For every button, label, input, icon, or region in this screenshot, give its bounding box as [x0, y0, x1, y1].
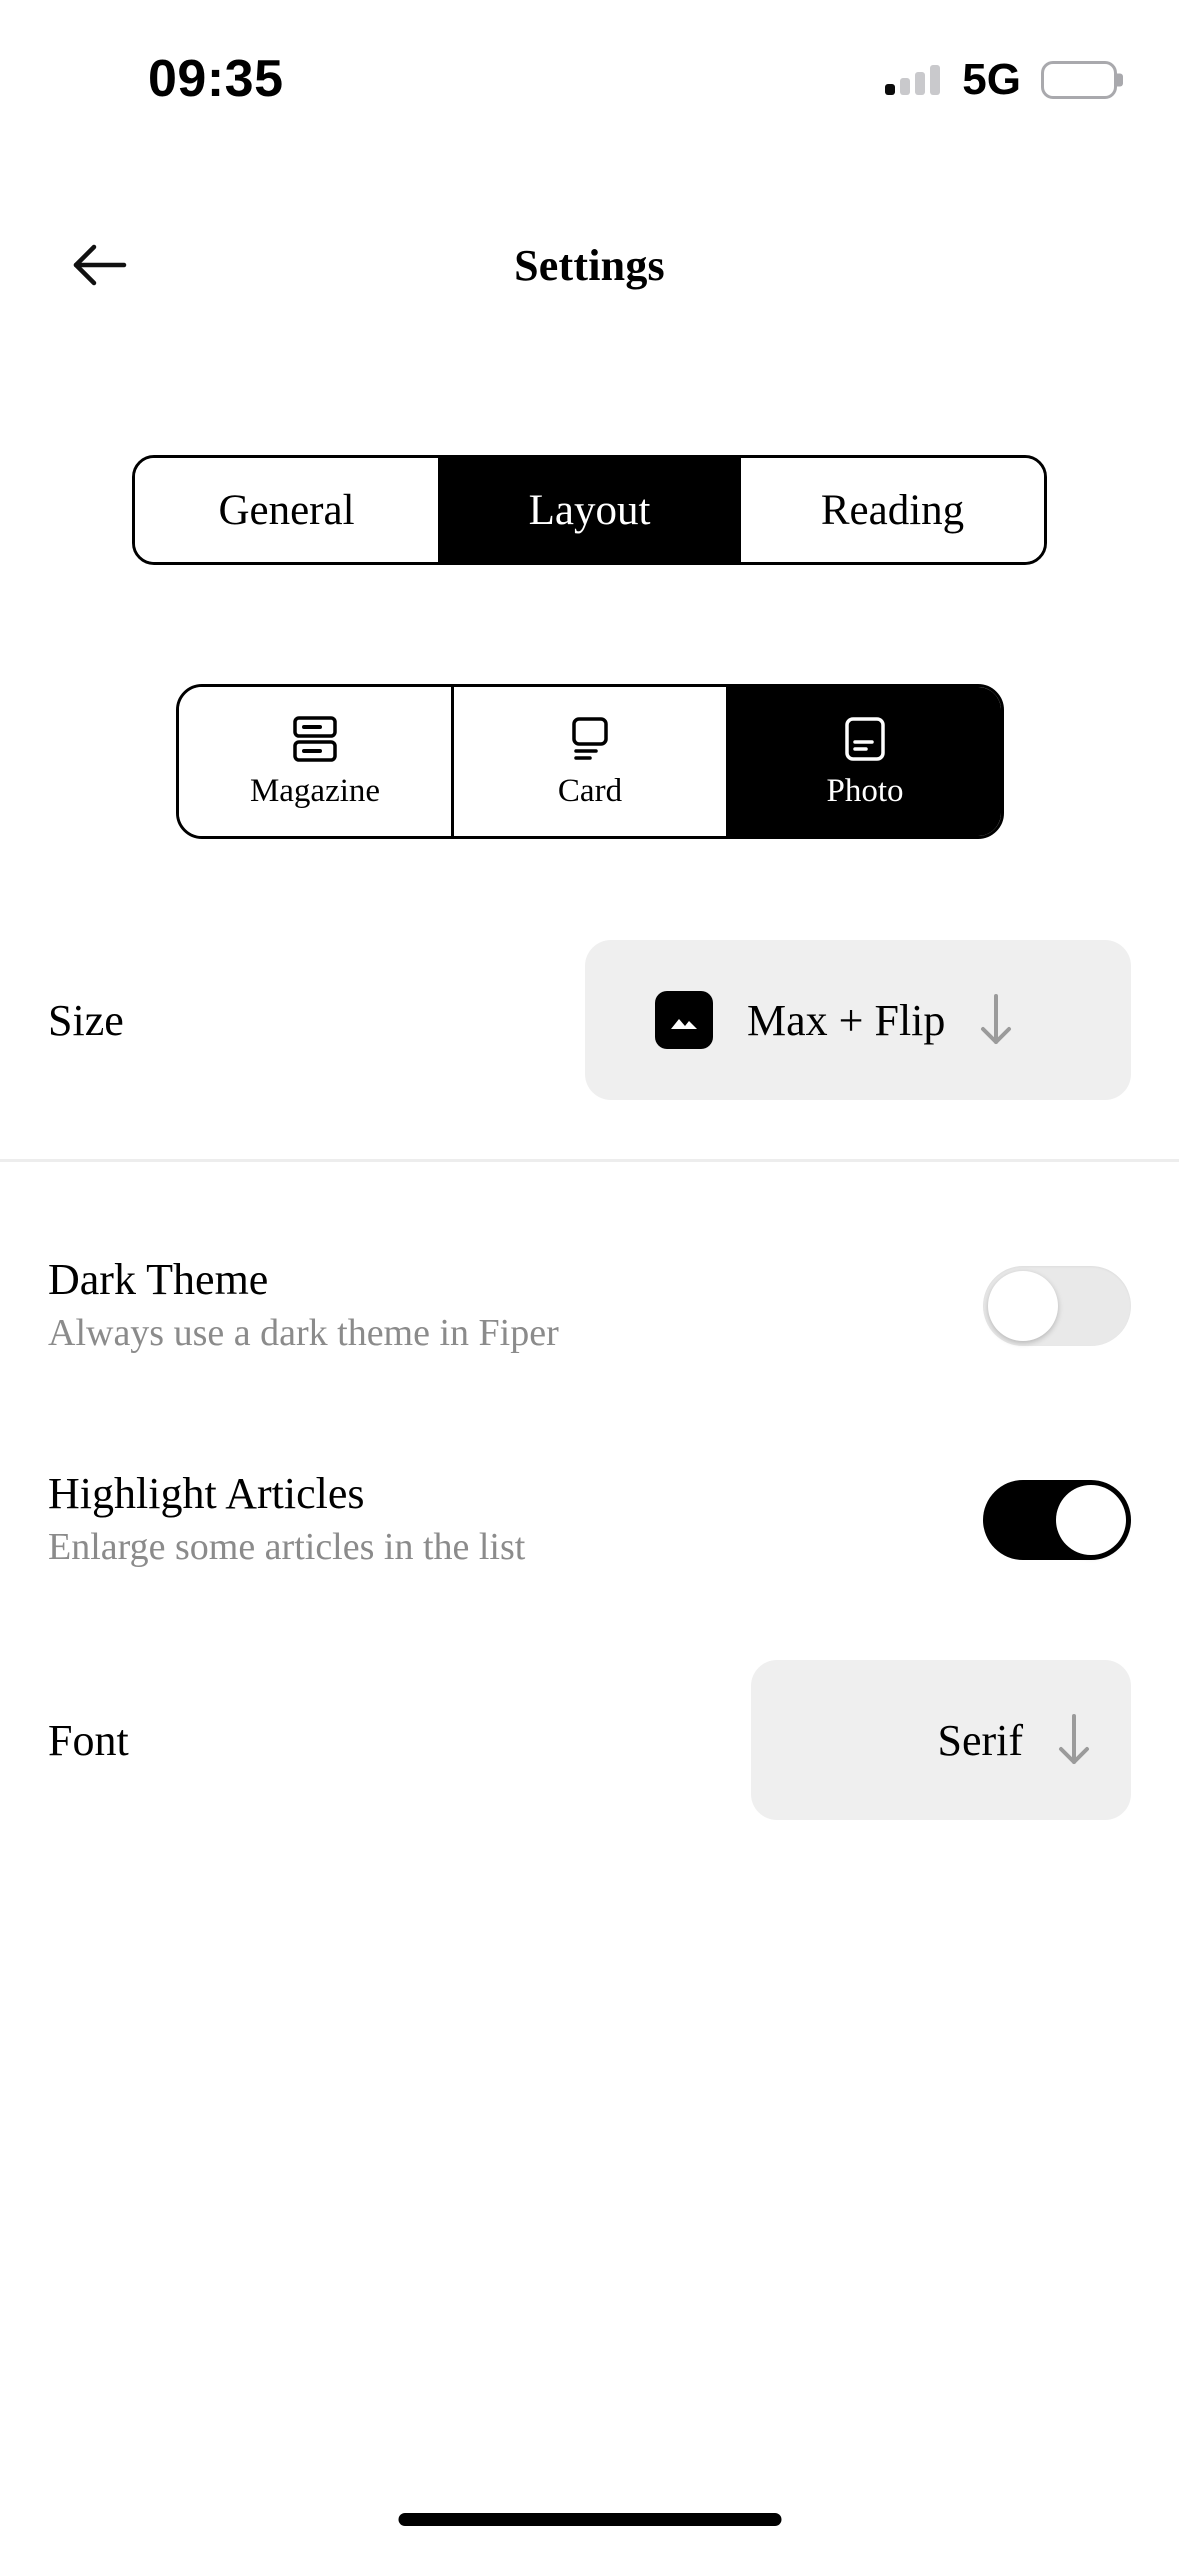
font-dropdown[interactable]: Serif: [751, 1660, 1131, 1820]
page-title: Settings: [514, 240, 665, 290]
toggle-knob: [988, 1270, 1058, 1341]
layout-option-photo[interactable]: Photo: [729, 687, 1001, 836]
setting-row-size: Size Max + Flip: [0, 930, 1179, 1110]
photo-layout-icon: [842, 715, 888, 763]
status-bar: 09:35 5G: [0, 0, 1179, 150]
arrow-left-icon: [72, 242, 128, 288]
highlight-articles-text: Highlight Articles Enlarge some articles…: [48, 1471, 525, 1567]
layout-type-picker: Magazine Card Photo: [176, 684, 1004, 839]
network-type-label: 5G: [962, 55, 1021, 104]
size-label: Size: [48, 995, 124, 1045]
signal-bars-icon: [885, 65, 941, 95]
layout-option-label: Photo: [826, 773, 904, 809]
tab-layout[interactable]: Layout: [438, 458, 741, 562]
setting-row-dark-theme: Dark Theme Always use a dark theme in Fi…: [0, 1218, 1179, 1393]
toggle-knob: [1056, 1484, 1126, 1555]
battery-icon: [1041, 61, 1117, 99]
card-layout-icon: [566, 715, 614, 763]
nav-header: Settings: [0, 200, 1179, 330]
arrow-down-icon: [979, 993, 1013, 1047]
status-bar-clock: 09:35: [148, 50, 284, 108]
dark-theme-toggle[interactable]: [983, 1265, 1131, 1346]
dark-theme-subtitle: Always use a dark theme in Fiper: [48, 1311, 559, 1354]
back-button[interactable]: [50, 215, 150, 315]
tab-reading[interactable]: Reading: [741, 458, 1044, 562]
settings-tabs: General Layout Reading: [132, 455, 1047, 565]
layout-option-label: Card: [557, 773, 623, 809]
status-bar-indicators: 5G: [885, 55, 1117, 105]
dark-theme-text: Dark Theme Always use a dark theme in Fi…: [48, 1257, 559, 1353]
arrow-down-icon: [1057, 1713, 1091, 1767]
font-label: Font: [48, 1715, 129, 1765]
setting-row-font: Font Serif: [0, 1650, 1179, 1830]
magazine-layout-icon: [292, 715, 338, 763]
section-divider: [0, 1159, 1179, 1162]
highlight-articles-title: Highlight Articles: [48, 1469, 365, 1519]
size-value: Max + Flip: [747, 995, 946, 1045]
font-value: Serif: [937, 1715, 1023, 1765]
tab-general[interactable]: General: [135, 458, 438, 562]
setting-row-highlight-articles: Highlight Articles Enlarge some articles…: [0, 1432, 1179, 1607]
size-dropdown[interactable]: Max + Flip: [585, 940, 1131, 1100]
layout-option-label: Magazine: [249, 773, 381, 809]
layout-option-magazine[interactable]: Magazine: [179, 687, 454, 836]
dark-theme-title: Dark Theme: [48, 1255, 269, 1305]
image-icon: [655, 991, 713, 1049]
highlight-articles-subtitle: Enlarge some articles in the list: [48, 1525, 526, 1568]
home-indicator[interactable]: [398, 2513, 781, 2526]
highlight-articles-toggle[interactable]: [983, 1479, 1131, 1560]
layout-option-card[interactable]: Card: [454, 687, 729, 836]
